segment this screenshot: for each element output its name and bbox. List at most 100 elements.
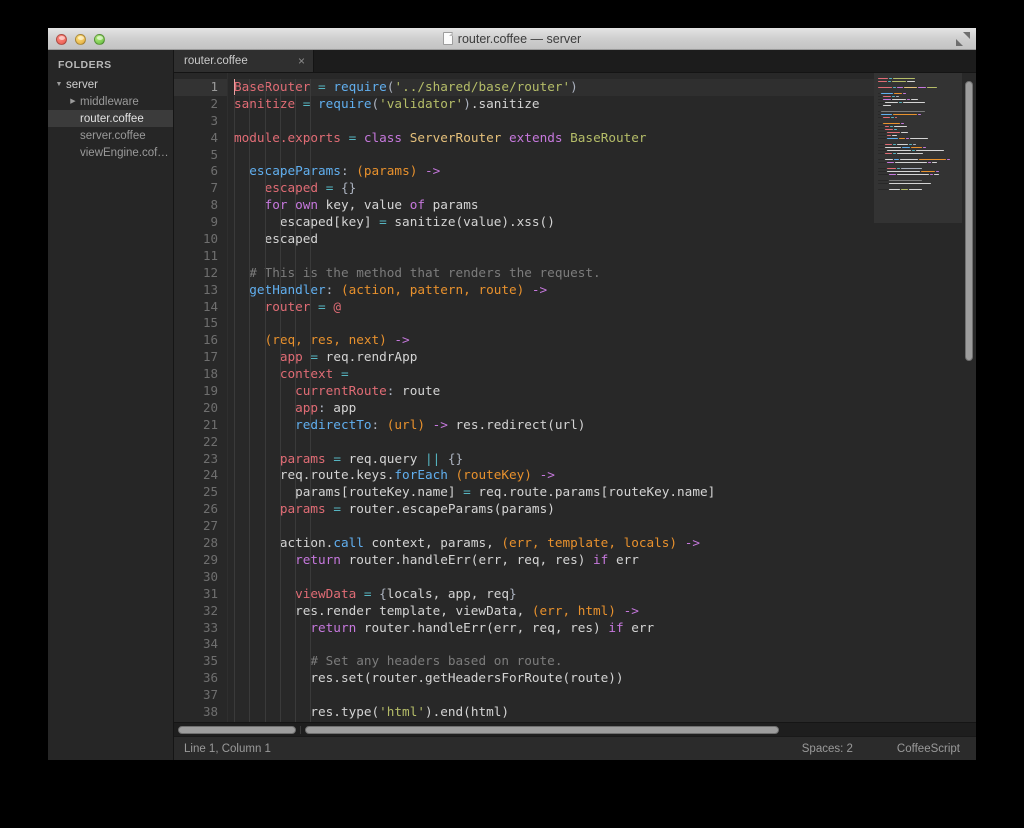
code-line[interactable]	[234, 315, 874, 332]
code-token-plain: action.	[234, 535, 334, 551]
file-tree-item-server[interactable]: ▼ server	[48, 76, 173, 93]
line-number: 15	[202, 315, 218, 331]
code-line[interactable]	[234, 687, 874, 704]
code-line[interactable]	[234, 434, 874, 451]
code-line[interactable]: escaped[key] = sanitize(value).xss()	[234, 214, 874, 231]
code-line[interactable]: context =	[234, 366, 874, 383]
vertical-scrollbar[interactable]	[962, 73, 976, 722]
code-line[interactable]: module.exports = class ServerRouter exte…	[234, 130, 874, 147]
code-editor[interactable]: BaseRouter = require('../shared/base/rou…	[228, 73, 874, 722]
code-line[interactable]	[234, 248, 874, 265]
code-line[interactable]: currentRoute: route	[234, 383, 874, 400]
file-tree-item-server-coffee[interactable]: server.coffee	[48, 127, 173, 144]
indentation-status[interactable]: Spaces: 2	[802, 743, 853, 755]
code-token-plain: ).end(html)	[424, 703, 510, 719]
window-controls	[56, 28, 105, 50]
minimize-window-button[interactable]	[75, 33, 86, 45]
code-line[interactable]: params = router.escapeParams(params)	[234, 501, 874, 518]
code-token-plain: escaped	[234, 231, 319, 247]
code-token-op: =	[333, 501, 341, 517]
line-number: 34	[202, 636, 218, 652]
code-token-fn: redirectTo	[295, 416, 372, 432]
code-line[interactable]: escapeParams: (params) ->	[234, 163, 874, 180]
code-line[interactable]: res.type('html').end(html)	[234, 704, 874, 721]
code-line[interactable]	[234, 636, 874, 653]
code-line[interactable]: getHandler: (action, pattern, route) ->	[234, 282, 874, 299]
code-line[interactable]: # This is the method that renders the re…	[234, 265, 874, 282]
file-tree-item-middleware[interactable]: ▶ middleware	[48, 93, 173, 110]
code-token-var: params	[279, 501, 326, 517]
line-number: 20	[202, 399, 218, 415]
line-number: 25	[202, 484, 218, 500]
line-number: 29	[202, 551, 218, 567]
code-line[interactable]	[234, 113, 874, 130]
window-body: FOLDERS ▼ server ▶ middleware router.coffee s…	[48, 50, 976, 760]
code-line[interactable]: escaped = {}	[234, 180, 874, 197]
chevron-right-icon[interactable]: ▶	[68, 98, 78, 105]
code-token-plain: req.route.params[routeKey.name]	[470, 484, 716, 500]
code-line[interactable]: params = req.query || {}	[234, 451, 874, 468]
cursor-position-status[interactable]: Line 1, Column 1	[184, 743, 802, 755]
syntax-mode-status[interactable]: CoffeeScript	[897, 743, 960, 755]
code-token-plain: .sanitize	[470, 95, 540, 111]
code-token-kw: if	[608, 619, 624, 635]
line-number: 10	[202, 231, 218, 247]
code-line[interactable]: escaped	[234, 231, 874, 248]
code-line[interactable]	[234, 147, 874, 164]
code-line[interactable]	[234, 518, 874, 535]
code-token-str: 'html'	[379, 703, 425, 719]
code-line[interactable]: router = @	[234, 299, 874, 316]
line-number: 28	[202, 535, 218, 551]
close-window-button[interactable]	[56, 33, 67, 45]
code-line[interactable]: (req, res, next) ->	[234, 332, 874, 349]
fullscreen-icon[interactable]	[956, 32, 970, 46]
editor-scrollbar-thumb[interactable]	[305, 725, 779, 734]
code-line[interactable]: res.render template, viewData, (err, htm…	[234, 603, 874, 620]
code-token-plain: req.query	[340, 450, 425, 466]
code-line[interactable]	[234, 569, 874, 586]
sidebar-horizontal-scrollbar[interactable]	[174, 725, 300, 734]
file-tree-item-viewengine-coffee[interactable]: viewEngine.coffee	[48, 144, 173, 161]
code-line[interactable]: return router.handleErr(err, req, res) i…	[234, 552, 874, 569]
code-line[interactable]: params[routeKey.name] = req.route.params…	[234, 484, 874, 501]
code-line[interactable]: BaseRouter = require('../shared/base/rou…	[234, 79, 874, 96]
tab-router-coffee[interactable]: router.coffee ×	[174, 50, 314, 72]
minimap-segment	[909, 188, 922, 191]
close-icon[interactable]: ×	[298, 55, 305, 67]
code-line[interactable]: app: app	[234, 400, 874, 417]
file-tree-item-router-coffee[interactable]: router.coffee	[48, 110, 173, 127]
code-token-var: viewData	[295, 585, 357, 601]
code-line[interactable]: app = req.rendrApp	[234, 349, 874, 366]
code-line[interactable]: viewData = {locals, app, req}	[234, 586, 874, 603]
sidebar-scrollbar-thumb[interactable]	[178, 725, 296, 734]
line-number: 33	[202, 619, 218, 635]
chevron-down-icon[interactable]: ▼	[54, 81, 64, 88]
code-token-punc: {}	[340, 180, 357, 196]
code-minimap[interactable]	[874, 73, 962, 722]
code-line[interactable]: for own key, value of params	[234, 197, 874, 214]
line-number: 5	[210, 146, 218, 162]
code-line[interactable]: action.call context, params, (err, templ…	[234, 535, 874, 552]
vertical-scrollbar-thumb[interactable]	[965, 81, 973, 361]
line-number: 7	[210, 180, 218, 196]
code-line[interactable]: # Set any headers based on route.	[234, 653, 874, 670]
code-line[interactable]: req.route.keys.forEach (routeKey) ->	[234, 467, 874, 484]
code-line[interactable]: redirectTo: (url) -> res.redirect(url)	[234, 417, 874, 434]
code-token-kw: ->	[394, 332, 410, 348]
code-line[interactable]: sanitize = require('validator').sanitize	[234, 96, 874, 113]
code-line[interactable]: res.set(router.getHeadersForRoute(route)…	[234, 670, 874, 687]
code-line[interactable]: return router.handleErr(err, req, res) i…	[234, 620, 874, 637]
editor-horizontal-scrollbar[interactable]	[300, 725, 976, 734]
zoom-window-button[interactable]	[94, 33, 105, 45]
